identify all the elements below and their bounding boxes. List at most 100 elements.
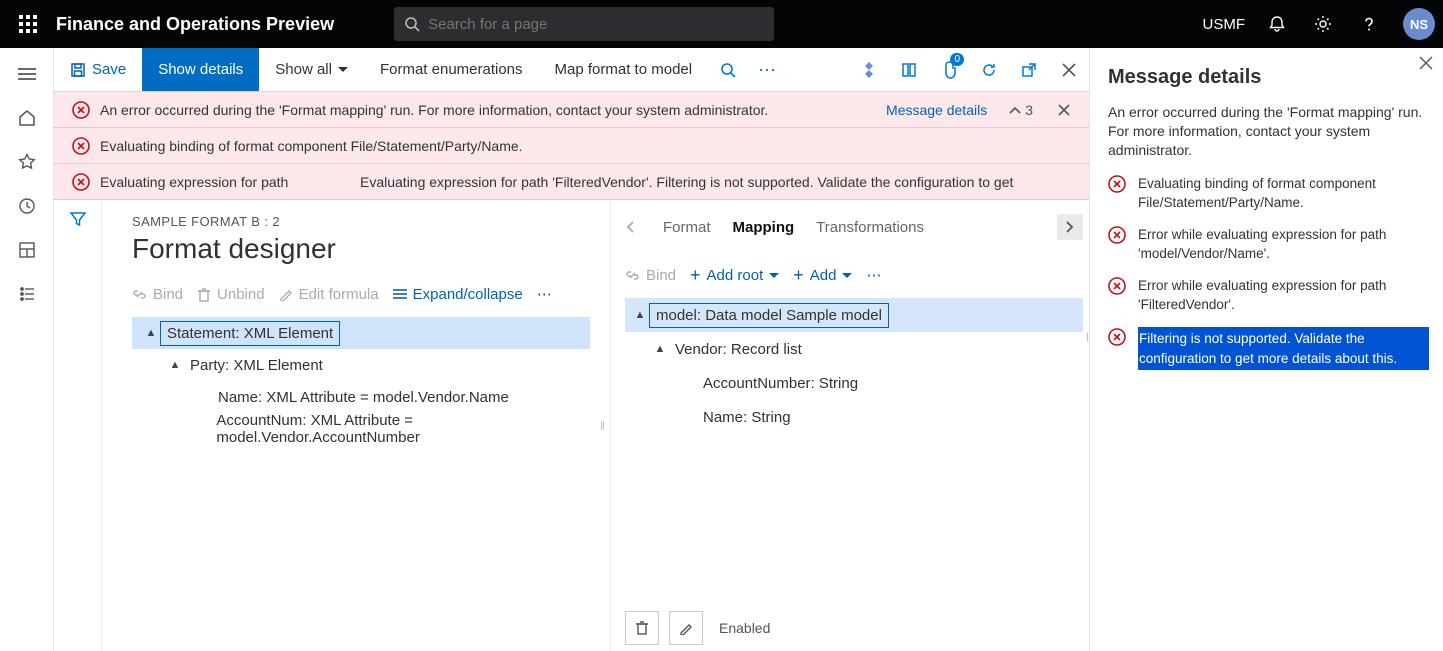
- add-button[interactable]: + Add: [793, 267, 852, 284]
- mapping-tree: ▲ model: Data model Sample model ▲ Vendo…: [625, 298, 1083, 434]
- search-box[interactable]: [394, 7, 774, 41]
- star-icon[interactable]: [4, 142, 50, 182]
- map-format-label: Map format to model: [555, 61, 693, 78]
- overflow-icon[interactable]: ⋯: [748, 48, 788, 92]
- content: SAMPLE FORMAT B : 2 Format designer Bind…: [54, 200, 1089, 651]
- main: Save Show details Show all Format enumer…: [54, 48, 1089, 651]
- bottom-bar: Enabled: [625, 605, 1083, 651]
- save-label: Save: [92, 61, 126, 78]
- action-toolbar: Save Show details Show all Format enumer…: [54, 48, 1089, 92]
- search-action-icon[interactable]: [708, 48, 748, 92]
- tree-node[interactable]: Name: String: [625, 400, 1083, 434]
- show-all-button[interactable]: Show all: [259, 48, 364, 91]
- tab-next-icon[interactable]: [1057, 214, 1083, 240]
- tree-node[interactable]: ▲ Vendor: Record list: [625, 332, 1083, 366]
- app-launcher-icon[interactable]: [8, 4, 48, 44]
- avatar[interactable]: NS: [1403, 8, 1435, 40]
- edit-formula-button[interactable]: Edit formula: [279, 286, 379, 303]
- banner-close-icon[interactable]: [1049, 104, 1079, 116]
- tab-format[interactable]: Format: [661, 215, 713, 240]
- book-icon[interactable]: [889, 48, 929, 92]
- edit-button[interactable]: [669, 611, 703, 645]
- close-panel-icon[interactable]: [1419, 56, 1433, 70]
- top-header-right: USMF NS: [1199, 6, 1436, 42]
- filter-icon[interactable]: [69, 210, 87, 651]
- format-enum-label: Format enumerations: [380, 61, 523, 78]
- top-header: Finance and Operations Preview USMF NS: [0, 0, 1443, 48]
- search-input[interactable]: [428, 16, 764, 33]
- banner-text: Evaluating expression for path 'Filtered…: [360, 174, 1079, 190]
- side-panel-title: Message details: [1108, 66, 1429, 89]
- banner-count: 3: [1025, 102, 1033, 118]
- delete-button[interactable]: [625, 611, 659, 645]
- mapping-pane: Format Mapping Transformations Bind: [610, 200, 1089, 651]
- chevron-down-icon: [842, 267, 852, 284]
- left-overflow-icon[interactable]: ⋯: [537, 285, 554, 303]
- attachments-count: 0: [950, 53, 964, 66]
- chevron-down-icon: [769, 267, 779, 284]
- enabled-label: Enabled: [719, 620, 770, 636]
- message-item: Evaluating binding of format component F…: [1108, 174, 1429, 213]
- search-icon: [404, 16, 420, 32]
- workspace-icon[interactable]: [4, 230, 50, 270]
- message-item: Error while evaluating expression for pa…: [1108, 225, 1429, 264]
- error-icon: [72, 173, 90, 191]
- message-item-highlighted: Filtering is not supported. Validate the…: [1108, 327, 1429, 370]
- banner-collapse-button[interactable]: 3: [1003, 102, 1039, 118]
- recent-icon[interactable]: [4, 186, 50, 226]
- save-button[interactable]: Save: [54, 48, 142, 91]
- tab-mapping[interactable]: Mapping: [731, 215, 797, 240]
- map-format-button[interactable]: Map format to model: [539, 48, 709, 91]
- format-enumerations-button[interactable]: Format enumerations: [364, 48, 539, 91]
- error-icon: [72, 101, 90, 119]
- tree-node[interactable]: ▲ Party: XML Element: [132, 349, 590, 381]
- tree-node[interactable]: AccountNumber: String: [625, 366, 1083, 400]
- bell-icon[interactable]: [1259, 6, 1295, 42]
- hamburger-icon[interactable]: [4, 54, 50, 94]
- show-details-button[interactable]: Show details: [142, 48, 259, 91]
- show-details-label: Show details: [158, 61, 243, 78]
- app-title: Finance and Operations Preview: [56, 14, 334, 35]
- company-code[interactable]: USMF: [1199, 16, 1250, 33]
- link-icon[interactable]: [849, 48, 889, 92]
- caret-icon[interactable]: ▲: [631, 309, 649, 321]
- tree-node[interactable]: AccountNum: XML Attribute = model.Vendor…: [132, 413, 590, 445]
- caret-icon[interactable]: ▲: [651, 343, 669, 355]
- show-all-label: Show all: [275, 61, 332, 78]
- nav-rail: [0, 48, 54, 651]
- banner-text: Evaluating binding of format component F…: [100, 138, 1079, 154]
- add-root-button[interactable]: + Add root: [690, 267, 779, 284]
- tab-transformations[interactable]: Transformations: [814, 215, 926, 240]
- gear-icon[interactable]: [1305, 6, 1341, 42]
- modules-icon[interactable]: [4, 274, 50, 314]
- help-icon[interactable]: [1351, 6, 1387, 42]
- banner-prefix: Evaluating expression for path: [100, 174, 300, 190]
- attachments-icon[interactable]: 0: [929, 48, 969, 92]
- error-banner-3: Evaluating expression for path Evaluatin…: [54, 164, 1089, 200]
- tree-node[interactable]: ▲ Statement: XML Element: [132, 317, 590, 349]
- caret-icon[interactable]: ▲: [142, 327, 160, 339]
- filter-column: [54, 200, 102, 651]
- error-icon: [1108, 225, 1128, 244]
- message-details-link[interactable]: Message details: [880, 102, 993, 118]
- banner-text: An error occurred during the 'Format map…: [100, 102, 870, 118]
- unbind-button[interactable]: Unbind: [197, 286, 265, 303]
- right-pane-toolbar: Bind + Add root + Add ⋯: [625, 266, 1083, 284]
- bind-button[interactable]: Bind: [132, 286, 183, 303]
- error-banner-1: An error occurred during the 'Format map…: [54, 92, 1089, 128]
- refresh-icon[interactable]: [969, 48, 1009, 92]
- close-page-icon[interactable]: [1049, 48, 1089, 92]
- bind-button-right[interactable]: Bind: [625, 267, 676, 284]
- format-tree: ▲ Statement: XML Element ▲ Party: XML El…: [132, 317, 590, 445]
- side-panel-description: An error occurred during the 'Format map…: [1108, 103, 1429, 160]
- caret-icon[interactable]: ▲: [166, 359, 184, 371]
- expand-collapse-button[interactable]: Expand/collapse: [393, 286, 523, 303]
- home-icon[interactable]: [4, 98, 50, 138]
- error-icon: [1108, 276, 1128, 295]
- format-tree-pane: SAMPLE FORMAT B : 2 Format designer Bind…: [102, 200, 602, 651]
- right-overflow-icon[interactable]: ⋯: [866, 266, 883, 284]
- splitter-handle[interactable]: [602, 200, 610, 651]
- tab-prev-icon[interactable]: [625, 220, 643, 234]
- popout-icon[interactable]: [1009, 48, 1049, 92]
- tree-node[interactable]: ▲ model: Data model Sample model: [625, 298, 1083, 332]
